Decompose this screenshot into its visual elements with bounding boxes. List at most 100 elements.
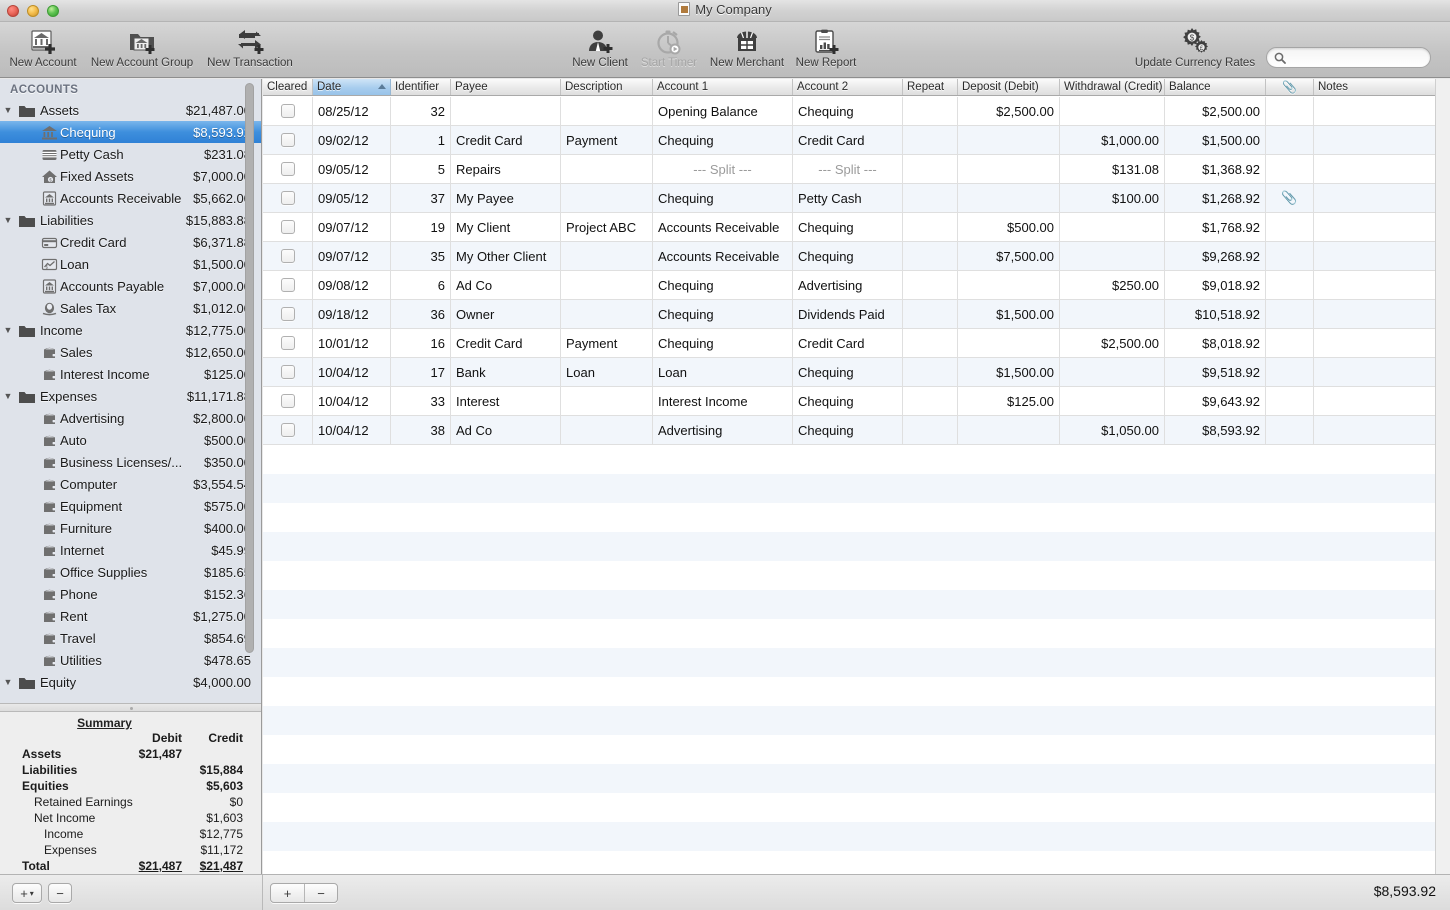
cell-repeat[interactable] bbox=[903, 126, 958, 154]
cell-account1[interactable]: Chequing bbox=[653, 184, 793, 212]
cell-identifier[interactable]: 32 bbox=[391, 97, 451, 125]
attachment-cell[interactable] bbox=[1266, 213, 1314, 241]
cell-account1[interactable]: Advertising bbox=[653, 416, 793, 444]
cell-payee[interactable]: Bank bbox=[451, 358, 561, 386]
account-row-fixed-assets[interactable]: $ Fixed Assets $7,000.00 bbox=[0, 165, 261, 187]
column-header-date[interactable]: Date bbox=[313, 79, 391, 95]
cell-repeat[interactable] bbox=[903, 271, 958, 299]
account-row-sales-tax[interactable]: Sales Tax $1,012.00 bbox=[0, 297, 261, 319]
account-row-office-supplies[interactable]: Office Supplies $185.65 bbox=[0, 561, 261, 583]
cell-identifier[interactable]: 33 bbox=[391, 387, 451, 415]
cell-repeat[interactable] bbox=[903, 184, 958, 212]
cell-description[interactable]: Payment bbox=[561, 329, 653, 357]
account-row-expenses[interactable]: ▼ Expenses $11,171.88 bbox=[0, 385, 261, 407]
cell-withdrawal[interactable] bbox=[1060, 300, 1165, 328]
cell-balance[interactable]: $8,018.92 bbox=[1165, 329, 1266, 357]
cleared-checkbox-cell[interactable] bbox=[263, 213, 313, 241]
cell-identifier[interactable]: 17 bbox=[391, 358, 451, 386]
attachment-cell[interactable] bbox=[1266, 416, 1314, 444]
cell-identifier[interactable]: 1 bbox=[391, 126, 451, 154]
cell-withdrawal[interactable]: $1,050.00 bbox=[1060, 416, 1165, 444]
cell-description[interactable] bbox=[561, 97, 653, 125]
toolbar-new-report[interactable]: New Report bbox=[788, 26, 864, 69]
column-header-repeat[interactable]: Repeat bbox=[903, 79, 958, 95]
cell-repeat[interactable] bbox=[903, 300, 958, 328]
account-row-chequing[interactable]: Chequing $8,593.92 bbox=[0, 121, 261, 143]
cleared-checkbox-cell[interactable] bbox=[263, 155, 313, 183]
cell-deposit[interactable]: $1,500.00 bbox=[958, 358, 1060, 386]
cell-description[interactable] bbox=[561, 242, 653, 270]
cell-date[interactable]: 09/07/12 bbox=[313, 242, 391, 270]
cell-payee[interactable]: Ad Co bbox=[451, 416, 561, 444]
cell-balance[interactable]: $1,368.92 bbox=[1165, 155, 1266, 183]
cell-payee[interactable]: Ad Co bbox=[451, 271, 561, 299]
cleared-checkbox-cell[interactable] bbox=[263, 97, 313, 125]
cleared-checkbox[interactable] bbox=[280, 394, 295, 408]
column-header-notes[interactable]: Notes bbox=[1314, 79, 1447, 95]
cell-notes[interactable] bbox=[1314, 300, 1447, 328]
toolbar-new-client[interactable]: New Client bbox=[560, 26, 640, 69]
cell-notes[interactable] bbox=[1314, 358, 1447, 386]
remove-transaction-button[interactable]: − bbox=[304, 884, 337, 902]
disclosure-triangle-icon[interactable]: ▼ bbox=[0, 391, 16, 401]
attachment-cell[interactable] bbox=[1266, 155, 1314, 183]
cleared-checkbox-cell[interactable] bbox=[263, 242, 313, 270]
cell-deposit[interactable]: $125.00 bbox=[958, 387, 1060, 415]
cleared-checkbox-cell[interactable] bbox=[263, 416, 313, 444]
cleared-checkbox-cell[interactable] bbox=[263, 271, 313, 299]
cell-account1[interactable]: Opening Balance bbox=[653, 97, 793, 125]
cell-date[interactable]: 09/07/12 bbox=[313, 213, 391, 241]
table-row[interactable]: 10/01/12 16 Credit Card Payment Chequing Cred… bbox=[263, 329, 1450, 358]
cleared-checkbox[interactable] bbox=[280, 162, 295, 176]
cell-identifier[interactable]: 19 bbox=[391, 213, 451, 241]
cleared-checkbox-cell[interactable] bbox=[263, 300, 313, 328]
cell-account2[interactable]: Chequing bbox=[793, 213, 903, 241]
cell-balance[interactable]: $1,500.00 bbox=[1165, 126, 1266, 154]
disclosure-triangle-icon[interactable]: ▼ bbox=[0, 677, 16, 687]
add-transaction-button[interactable]: + bbox=[271, 884, 304, 902]
account-row-computer[interactable]: Computer $3,554.54 bbox=[0, 473, 261, 495]
cell-description[interactable] bbox=[561, 300, 653, 328]
cell-deposit[interactable] bbox=[958, 184, 1060, 212]
cell-repeat[interactable] bbox=[903, 155, 958, 183]
cleared-checkbox[interactable] bbox=[280, 307, 295, 321]
cell-balance[interactable]: $1,268.92 bbox=[1165, 184, 1266, 212]
cell-balance[interactable]: $9,643.92 bbox=[1165, 387, 1266, 415]
cell-account1[interactable]: Accounts Receivable bbox=[653, 242, 793, 270]
cell-date[interactable]: 10/04/12 bbox=[313, 387, 391, 415]
cleared-checkbox[interactable] bbox=[280, 336, 295, 350]
attachment-cell[interactable] bbox=[1266, 126, 1314, 154]
cell-identifier[interactable]: 36 bbox=[391, 300, 451, 328]
cell-description[interactable] bbox=[561, 387, 653, 415]
cell-date[interactable]: 09/05/12 bbox=[313, 155, 391, 183]
cell-identifier[interactable]: 6 bbox=[391, 271, 451, 299]
cell-repeat[interactable] bbox=[903, 97, 958, 125]
account-row-equity[interactable]: ▼ Equity $4,000.00 bbox=[0, 671, 261, 693]
cell-balance[interactable]: $10,518.92 bbox=[1165, 300, 1266, 328]
cell-deposit[interactable] bbox=[958, 271, 1060, 299]
cell-account2[interactable]: Chequing bbox=[793, 97, 903, 125]
cell-balance[interactable]: $2,500.00 bbox=[1165, 97, 1266, 125]
table-row[interactable]: 09/18/12 36 Owner Chequing Dividends Paid $1,… bbox=[263, 300, 1450, 329]
attachment-cell[interactable]: 📎 bbox=[1266, 184, 1314, 212]
table-row[interactable]: 09/05/12 37 My Payee Chequing Petty Cash $100… bbox=[263, 184, 1450, 213]
cell-account1[interactable]: Accounts Receivable bbox=[653, 213, 793, 241]
account-row-assets[interactable]: ▼ Assets $21,487.00 bbox=[0, 99, 261, 121]
cell-notes[interactable] bbox=[1314, 242, 1447, 270]
account-row-equipment[interactable]: Equipment $575.00 bbox=[0, 495, 261, 517]
account-row-accounts-payable[interactable]: Accounts Payable $7,000.00 bbox=[0, 275, 261, 297]
cell-withdrawal[interactable] bbox=[1060, 242, 1165, 270]
cell-account2[interactable]: Petty Cash bbox=[793, 184, 903, 212]
account-row-travel[interactable]: Travel $854.69 bbox=[0, 627, 261, 649]
cleared-checkbox-cell[interactable] bbox=[263, 126, 313, 154]
toolbar-new-account[interactable]: New Account bbox=[0, 26, 86, 69]
sidebar-scrollbar-thumb[interactable] bbox=[245, 83, 254, 653]
column-header-deposit-debit-[interactable]: Deposit (Debit) bbox=[958, 79, 1060, 95]
column-header-cleared[interactable]: Cleared bbox=[263, 79, 313, 95]
cell-withdrawal[interactable] bbox=[1060, 387, 1165, 415]
column-header-account-2[interactable]: Account 2 bbox=[793, 79, 903, 95]
cell-description[interactable]: Payment bbox=[561, 126, 653, 154]
cell-description[interactable]: Project ABC bbox=[561, 213, 653, 241]
cell-account1[interactable]: Chequing bbox=[653, 300, 793, 328]
table-row[interactable]: 09/07/12 19 My Client Project ABC Accounts R… bbox=[263, 213, 1450, 242]
